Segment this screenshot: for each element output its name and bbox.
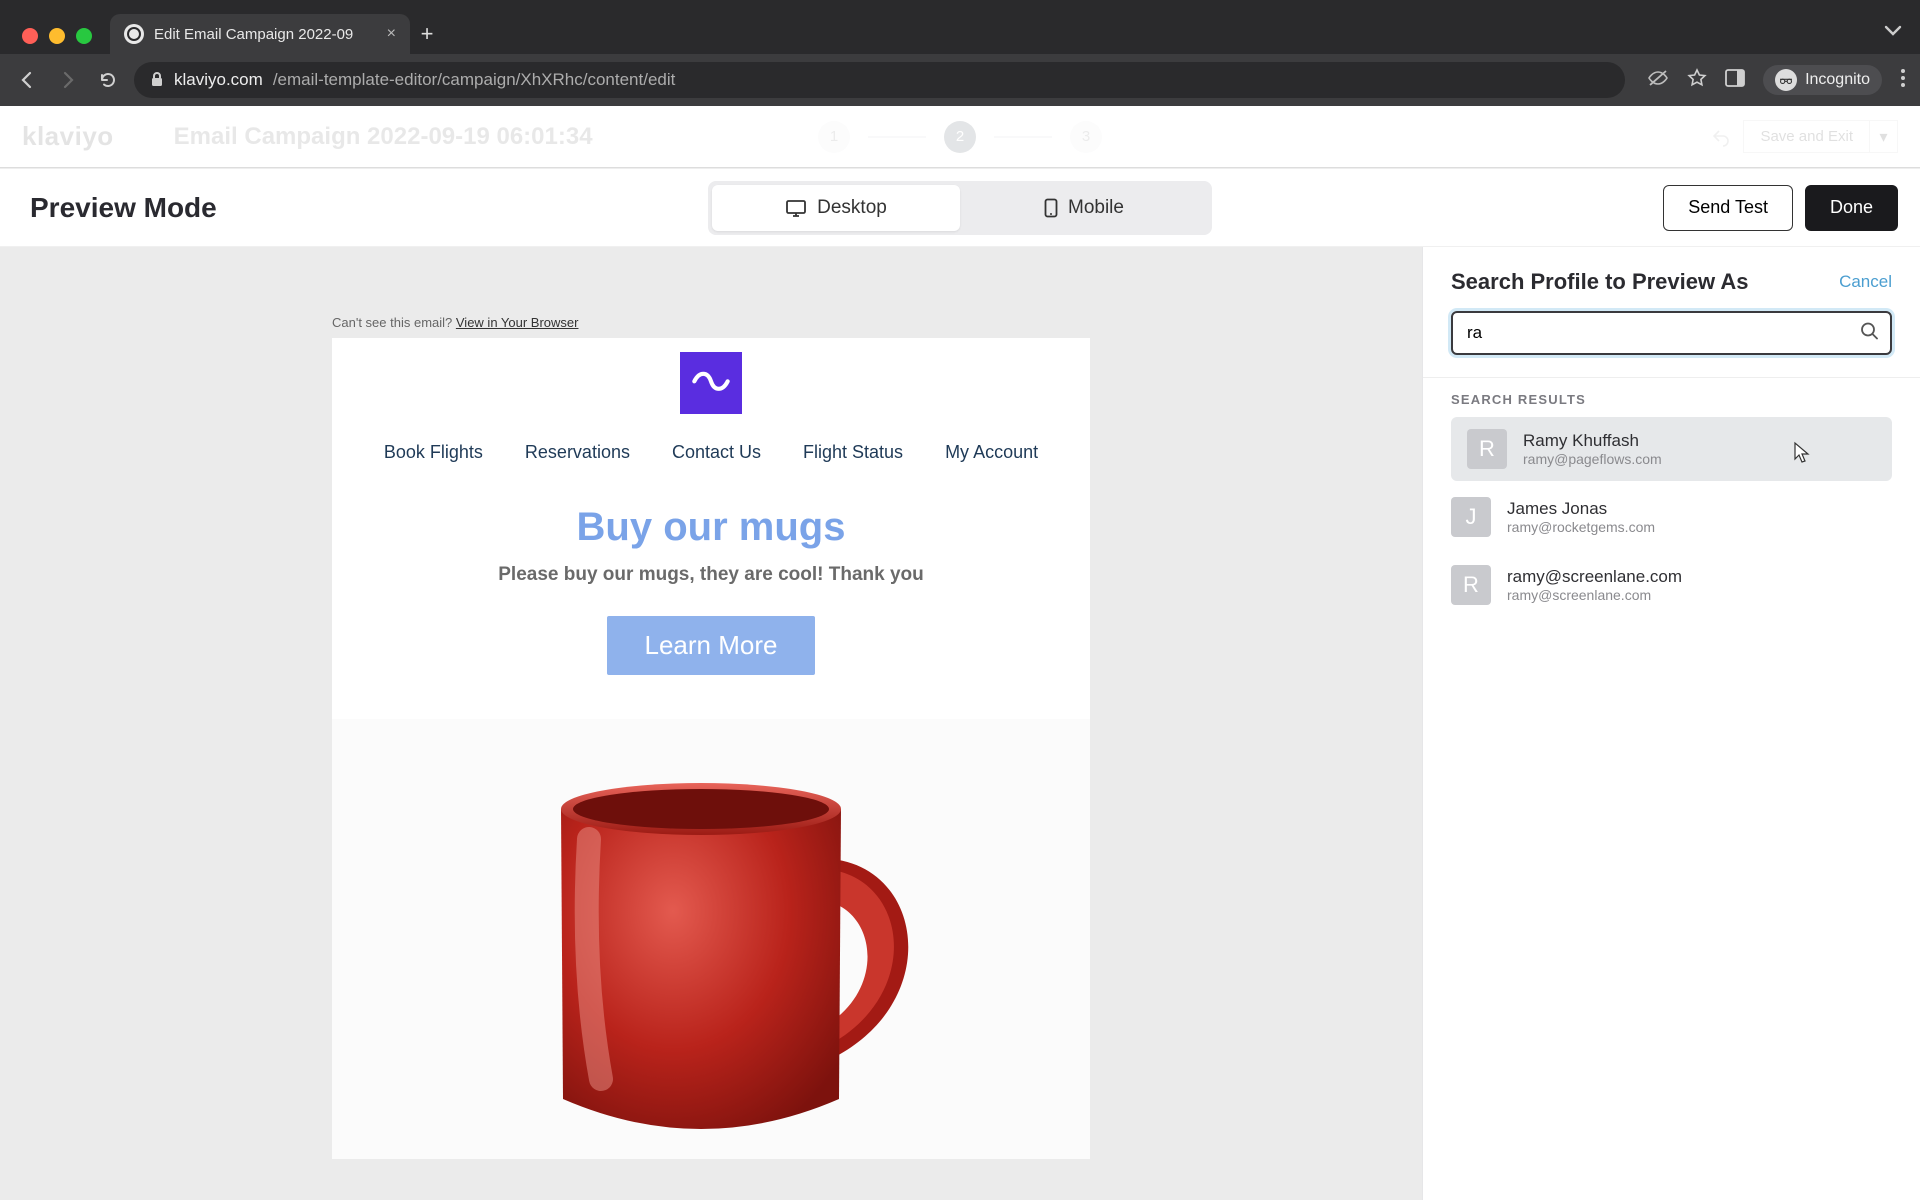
tab-favicon	[124, 24, 144, 44]
view-toggle: Desktop Mobile	[708, 181, 1212, 235]
desktop-toggle-label: Desktop	[817, 197, 887, 219]
cancel-link[interactable]: Cancel	[1839, 272, 1892, 292]
result-name: Ramy Khuffash	[1523, 431, 1662, 451]
incognito-label: Incognito	[1805, 71, 1870, 89]
url-path: /email-template-editor/campaign/XhXRhc/c…	[273, 70, 676, 90]
email-subhead: Please buy our mugs, they are cool! Than…	[332, 564, 1090, 586]
result-name: James Jonas	[1507, 499, 1655, 519]
profile-search-field[interactable]	[1451, 311, 1892, 355]
forward-button[interactable]	[54, 66, 82, 94]
done-button[interactable]: Done	[1805, 185, 1898, 231]
url-field[interactable]: klaviyo.com/email-template-editor/campai…	[134, 62, 1625, 98]
mobile-toggle-label: Mobile	[1068, 197, 1124, 219]
search-result-item[interactable]: J James Jonas ramy@rocketgems.com	[1423, 485, 1920, 549]
minimize-window-icon[interactable]	[49, 28, 65, 44]
search-results-list: R Ramy Khuffash ramy@pageflows.com J Jam…	[1423, 417, 1920, 637]
panel-title: Search Profile to Preview As	[1451, 269, 1749, 295]
fullscreen-window-icon[interactable]	[76, 28, 92, 44]
search-profile-panel: Search Profile to Preview As Cancel SEAR…	[1422, 247, 1920, 1200]
email-headline: Buy our mugs	[332, 505, 1090, 550]
preview-modal: Preview Mode Desktop Mobile Send Test Do…	[0, 168, 1920, 1200]
kebab-menu-icon[interactable]	[1900, 68, 1906, 93]
browser-actions: Incognito	[1637, 65, 1906, 95]
nav-my-account[interactable]: My Account	[945, 442, 1038, 463]
search-result-item[interactable]: R Ramy Khuffash ramy@pageflows.com	[1451, 417, 1892, 481]
view-in-browser-link[interactable]: View in Your Browser	[456, 315, 579, 330]
nav-book-flights[interactable]: Book Flights	[384, 442, 483, 463]
panel-icon[interactable]	[1725, 69, 1745, 92]
star-icon[interactable]	[1687, 68, 1707, 93]
result-avatar: J	[1451, 497, 1491, 537]
search-icon[interactable]	[1860, 322, 1878, 345]
profile-search-input[interactable]	[1453, 313, 1890, 353]
search-results-label: SEARCH RESULTS	[1423, 392, 1920, 417]
email-frame: Can't see this email? View in Your Brows…	[332, 307, 1090, 1200]
incognito-badge[interactable]: Incognito	[1763, 65, 1882, 95]
mobile-icon	[1044, 198, 1058, 218]
lock-icon	[150, 71, 164, 90]
reload-button[interactable]	[94, 66, 122, 94]
modal-title: Preview Mode	[30, 192, 217, 224]
product-image	[332, 719, 1090, 1159]
browser-address-bar: klaviyo.com/email-template-editor/campai…	[0, 54, 1920, 106]
close-tab-icon[interactable]: ×	[387, 25, 396, 43]
new-tab-button[interactable]: +	[410, 21, 444, 47]
modal-topbar: Preview Mode Desktop Mobile Send Test Do…	[0, 169, 1920, 247]
close-window-icon[interactable]	[22, 28, 38, 44]
nav-contact-us[interactable]: Contact Us	[672, 442, 761, 463]
brand-logo	[680, 352, 742, 414]
nav-reservations[interactable]: Reservations	[525, 442, 630, 463]
browser-tabbar: Edit Email Campaign 2022-09 × +	[0, 14, 1920, 54]
nav-flight-status[interactable]: Flight Status	[803, 442, 903, 463]
eye-off-icon[interactable]	[1647, 69, 1669, 92]
tab-title: Edit Email Campaign 2022-09	[154, 26, 377, 43]
result-email: ramy@screenlane.com	[1507, 587, 1682, 603]
app-header: klaviyo Email Campaign 2022-09-19 06:01:…	[0, 106, 1920, 168]
cursor-icon	[1792, 441, 1812, 465]
email-cta-button[interactable]: Learn More	[607, 616, 816, 675]
desktop-icon	[785, 199, 807, 217]
result-avatar: R	[1451, 565, 1491, 605]
result-name: ramy@screenlane.com	[1507, 567, 1682, 587]
email-nav: Book Flights Reservations Contact Us Fli…	[332, 424, 1090, 485]
result-email: ramy@rocketgems.com	[1507, 519, 1655, 535]
url-domain: klaviyo.com	[174, 70, 263, 90]
result-avatar: R	[1467, 429, 1507, 469]
send-test-button[interactable]: Send Test	[1663, 185, 1793, 231]
mug-icon	[451, 739, 971, 1159]
incognito-icon	[1775, 69, 1797, 91]
window-traffic-lights	[22, 14, 92, 58]
mobile-toggle-button[interactable]: Mobile	[960, 185, 1208, 231]
email-preview-area: Can't see this email? View in Your Brows…	[0, 247, 1422, 1200]
browser-tab[interactable]: Edit Email Campaign 2022-09 ×	[110, 14, 410, 54]
tabs-dropdown-icon[interactable]	[1884, 24, 1902, 42]
search-result-item[interactable]: R ramy@screenlane.com ramy@screenlane.co…	[1423, 553, 1920, 617]
result-email: ramy@pageflows.com	[1523, 451, 1662, 467]
titlebar	[0, 0, 1920, 14]
view-in-browser-row: Can't see this email? View in Your Brows…	[332, 307, 1090, 338]
desktop-toggle-button[interactable]: Desktop	[712, 185, 960, 231]
back-button[interactable]	[14, 66, 42, 94]
